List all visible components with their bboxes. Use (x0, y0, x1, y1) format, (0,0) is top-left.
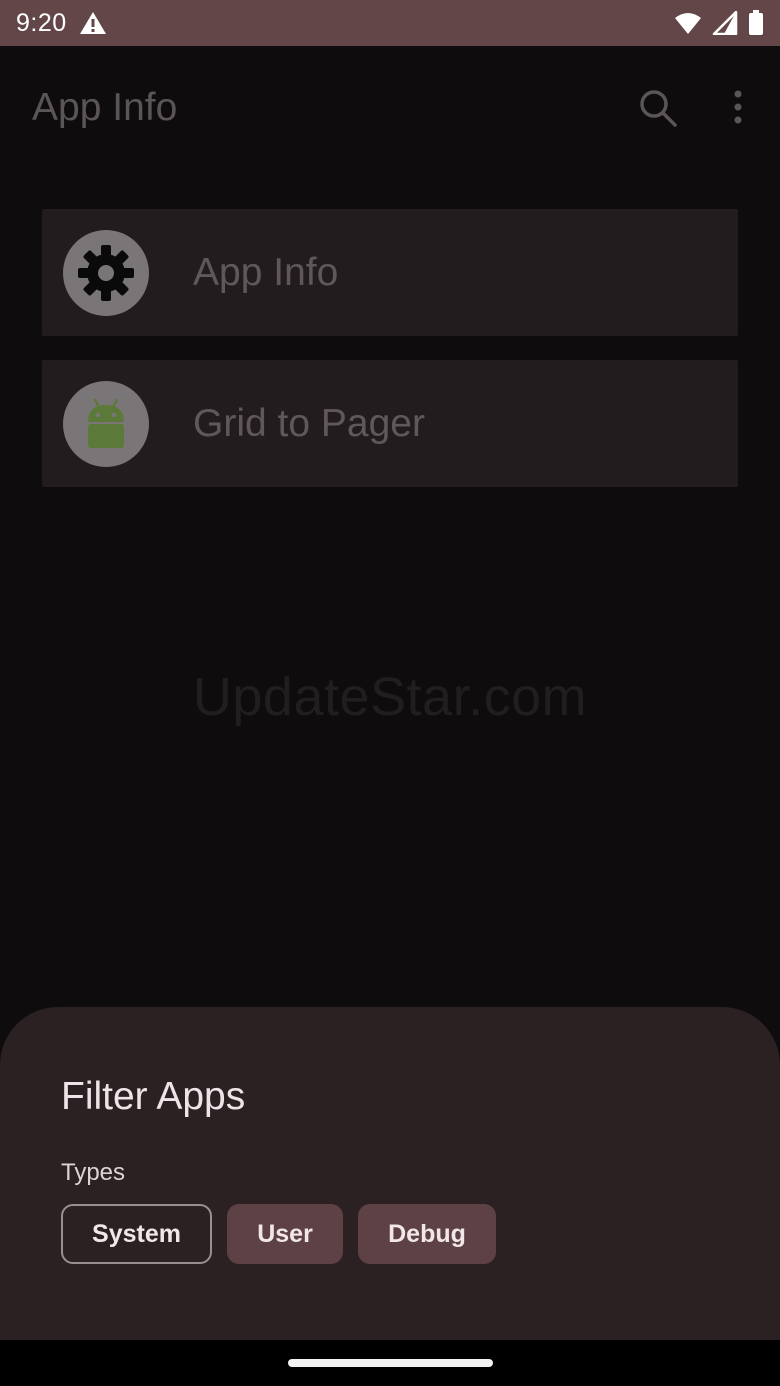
signal-icon (712, 11, 738, 35)
warning-icon (79, 12, 106, 34)
filter-bottom-sheet: Filter Apps Types System User Debug (0, 1007, 780, 1340)
navigation-bar (0, 1340, 780, 1386)
search-icon[interactable] (636, 86, 680, 130)
chip-user[interactable]: User (227, 1204, 343, 1264)
status-icons (674, 10, 764, 36)
app-name: App Info (193, 250, 339, 294)
wifi-icon (675, 13, 701, 34)
watermark: UpdateStar.com (192, 667, 588, 727)
status-time: 9:20 (16, 8, 67, 37)
more-vert-icon[interactable] (724, 86, 752, 130)
battery-icon (749, 10, 763, 35)
app-list-item[interactable]: Grid to Pager (42, 360, 738, 487)
sheet-title: Filter Apps (61, 1075, 246, 1118)
gear-icon (78, 244, 134, 301)
android-icon (88, 398, 124, 448)
home-gesture-handle[interactable] (288, 1359, 493, 1367)
toolbar: App Info (0, 46, 780, 170)
app-list-item[interactable]: App Info (42, 209, 738, 336)
app-list: App Info Grid to Pager (42, 209, 738, 487)
app-icon (63, 229, 149, 316)
status-bar: 9:20 (0, 0, 780, 46)
types-label: Types (61, 1159, 126, 1186)
chip-debug[interactable]: Debug (358, 1204, 496, 1264)
type-chips: System User Debug (61, 1204, 496, 1264)
toolbar-title: App Info (32, 86, 178, 129)
app-name: Grid to Pager (193, 401, 425, 445)
chip-system[interactable]: System (61, 1204, 212, 1264)
app-icon (63, 380, 149, 467)
